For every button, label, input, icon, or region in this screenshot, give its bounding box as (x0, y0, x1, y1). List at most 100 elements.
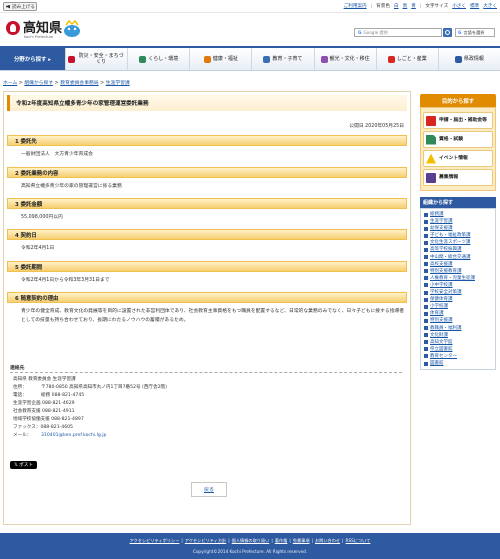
bullet-icon (424, 347, 428, 352)
purpose-box: 申請・届出・補助金等 資格・試験 イベント情報 募集情報 (420, 107, 496, 191)
text-size-small[interactable]: 小さく (452, 3, 466, 9)
org-list-item[interactable]: 小中学校課 (424, 282, 492, 289)
bullet-icon (424, 212, 428, 217)
publish-date: 公開日 2020年05月25日 (349, 124, 404, 129)
site-search-input[interactable]: G Google 提供 (354, 28, 442, 37)
section-heading: 2 委託業務の内容 (7, 167, 407, 178)
bullet-icon (424, 297, 428, 302)
org-list-item[interactable]: 特別支援教育課 (424, 268, 492, 275)
section-text: 令和2年4月1日から令和3年3月31日まで (21, 278, 110, 283)
usage-guide-link[interactable]: ご利用案内 (344, 3, 367, 9)
org-list-item[interactable]: 特別支援課 (424, 317, 492, 324)
event-icon (426, 153, 436, 164)
footer-link[interactable]: アクセシビリティポリシー (130, 538, 180, 543)
contact-tel: 社会教育支援 088-821-4911 (13, 409, 75, 414)
bullet-icon (424, 340, 428, 345)
application-form-icon (426, 115, 436, 126)
bullet-icon (424, 240, 428, 245)
site-header: 高知県 Kochi Prefecture G Google 提供 G 言語を選択 (0, 13, 500, 46)
text-size-standard[interactable]: 標準 (470, 3, 479, 9)
section-text: 55,098,000円以内 (21, 215, 63, 220)
site-logo[interactable]: 高知県 (6, 21, 62, 35)
breadcrumb-home[interactable]: ホーム (3, 81, 17, 86)
footer-link[interactable]: 免責事項 (293, 538, 310, 543)
breadcrumb-current[interactable]: 生涯学習課 (106, 81, 130, 86)
x-post-button[interactable]: 𝕏 ポスト (10, 461, 37, 469)
nav-item-disaster[interactable]: 防災・安全・まちづくり (65, 48, 127, 70)
bullet-icon (424, 219, 428, 224)
bg-white-option[interactable]: 白 (394, 3, 399, 9)
org-list-item[interactable]: 文化財課 (424, 332, 492, 339)
section-text: 令和2年4月1日 (21, 246, 55, 251)
bullet-icon (424, 248, 428, 253)
bg-black-option[interactable]: 黒 (403, 3, 408, 9)
purpose-item-events[interactable]: イベント情報 (423, 150, 493, 167)
search-button[interactable] (443, 28, 452, 37)
purpose-item-recruitment[interactable]: 募集情報 (423, 169, 493, 186)
bullet-icon (424, 304, 428, 309)
mascot-icon (64, 19, 80, 37)
sidebar: 目的から探す 申請・届出・補助金等 資格・試験 イベント情報 募集情報 組織から… (420, 94, 496, 371)
contact-fax: ファックス：088-821-4605 (13, 425, 73, 430)
org-list-item[interactable]: 高知文学館 (424, 339, 492, 346)
nav-item-living[interactable]: くらし・環境 (127, 48, 189, 70)
read-aloud-button[interactable]: 読み上げる (3, 2, 37, 11)
bullet-icon (424, 318, 428, 323)
org-list-item[interactable]: 文化生涯スポーツ課 (424, 239, 492, 246)
breadcrumb-org[interactable]: 組織から探す (24, 81, 53, 86)
bg-blue-option[interactable]: 青 (411, 3, 416, 9)
footer-link[interactable]: アクセシビリティ方針 (185, 538, 226, 543)
purpose-item-qualifications[interactable]: 資格・試験 (423, 131, 493, 148)
text-size-large[interactable]: 大きく (483, 3, 497, 9)
org-list-item[interactable]: 中山間・総合交通課 (424, 254, 492, 261)
health-icon (203, 55, 211, 63)
org-list-item[interactable]: 学校安全対策課 (424, 289, 492, 296)
main-content: 令和2年度高知県立幡多青少年の家管理運営委託業務 公開日 2020年05月25日… (3, 91, 411, 525)
nav-item-education[interactable]: 教育・子育て (251, 48, 313, 70)
org-list-item[interactable]: 教育センター (424, 353, 492, 360)
org-list-item[interactable]: 生涯学習課 (424, 218, 492, 225)
breadcrumb-board[interactable]: 教育委員会事務局 (60, 81, 98, 86)
nav-item-health[interactable]: 健康・福祉 (189, 48, 251, 70)
footer-link[interactable]: 著作権 (275, 538, 288, 543)
education-icon (263, 55, 271, 63)
nav-item-industry[interactable]: しごと・産業 (375, 48, 438, 70)
industry-icon (387, 55, 395, 63)
org-list-item[interactable]: 県立図書館 (424, 346, 492, 353)
bullet-icon (424, 326, 428, 331)
contact-mail-link[interactable]: 310401@ken.pref.kochi.lg.jp (41, 433, 106, 438)
org-list-item[interactable]: 図書館 (424, 360, 492, 367)
org-list-item[interactable]: 保健体育課 (424, 296, 492, 303)
org-list-item[interactable]: 教職員・福利課 (424, 325, 492, 332)
contact-address: 住所： 〒780-0850 高知県高知市丸ノ内1丁目7番52号 (西庁舎2階) (13, 385, 167, 390)
nav-by-field[interactable]: 分野から探す ▸ (0, 48, 65, 70)
footer-link[interactable]: お問い合わせ (315, 538, 340, 543)
purpose-item-applications[interactable]: 申請・届出・補助金等 (423, 112, 493, 129)
bullet-icon (424, 255, 428, 260)
footer-link[interactable]: RSSについて (346, 538, 371, 543)
section-text: 一般財団法人 大方青少年育成会 (21, 152, 93, 157)
bullet-icon (424, 333, 428, 338)
org-list-item[interactable]: 体育課 (424, 310, 492, 317)
back-button[interactable]: 戻る (191, 482, 227, 497)
nav-item-prefgov[interactable]: 県政情報 (437, 48, 500, 70)
org-list-item[interactable]: 総務課 (424, 211, 492, 218)
org-list-item[interactable]: 高校支援課 (424, 261, 492, 268)
purpose-heading: 目的から探す (420, 94, 496, 107)
section-heading: 4 契約日 (7, 229, 407, 240)
contact-mail: メール： 310401@ken.pref.kochi.lg.jp (13, 433, 107, 438)
org-list-item[interactable]: 幼保支援課 (424, 225, 492, 232)
org-list-item[interactable]: 人権教育・児童生徒課 (424, 275, 492, 282)
org-list-item[interactable]: 高等学校振興課 (424, 246, 492, 253)
nav-item-tourism[interactable]: 観光・文化・移住 (313, 48, 376, 70)
bullet-icon (424, 262, 428, 267)
bullet-icon (424, 283, 428, 288)
language-select[interactable]: G 言語を選択 (455, 28, 495, 37)
org-list-item[interactable]: 子ども・福祉政策課 (424, 232, 492, 239)
org-list: 総務課 生涯学習課 幼保支援課 子ども・福祉政策課 文化生涯スポーツ課 高等学校振興課 中山… (420, 208, 496, 371)
text-size-label: 文字サイズ (425, 4, 449, 9)
footer-link[interactable]: 個人情報の取り扱い (232, 538, 270, 543)
utility-bar: 読み上げる ご利用案内 | 背景色 白 黒 青 | 文字サイズ 小さく 標準 大… (0, 0, 500, 13)
contact-heading: 連絡先 (10, 364, 402, 373)
org-list-item[interactable]: 小学校課 (424, 303, 492, 310)
